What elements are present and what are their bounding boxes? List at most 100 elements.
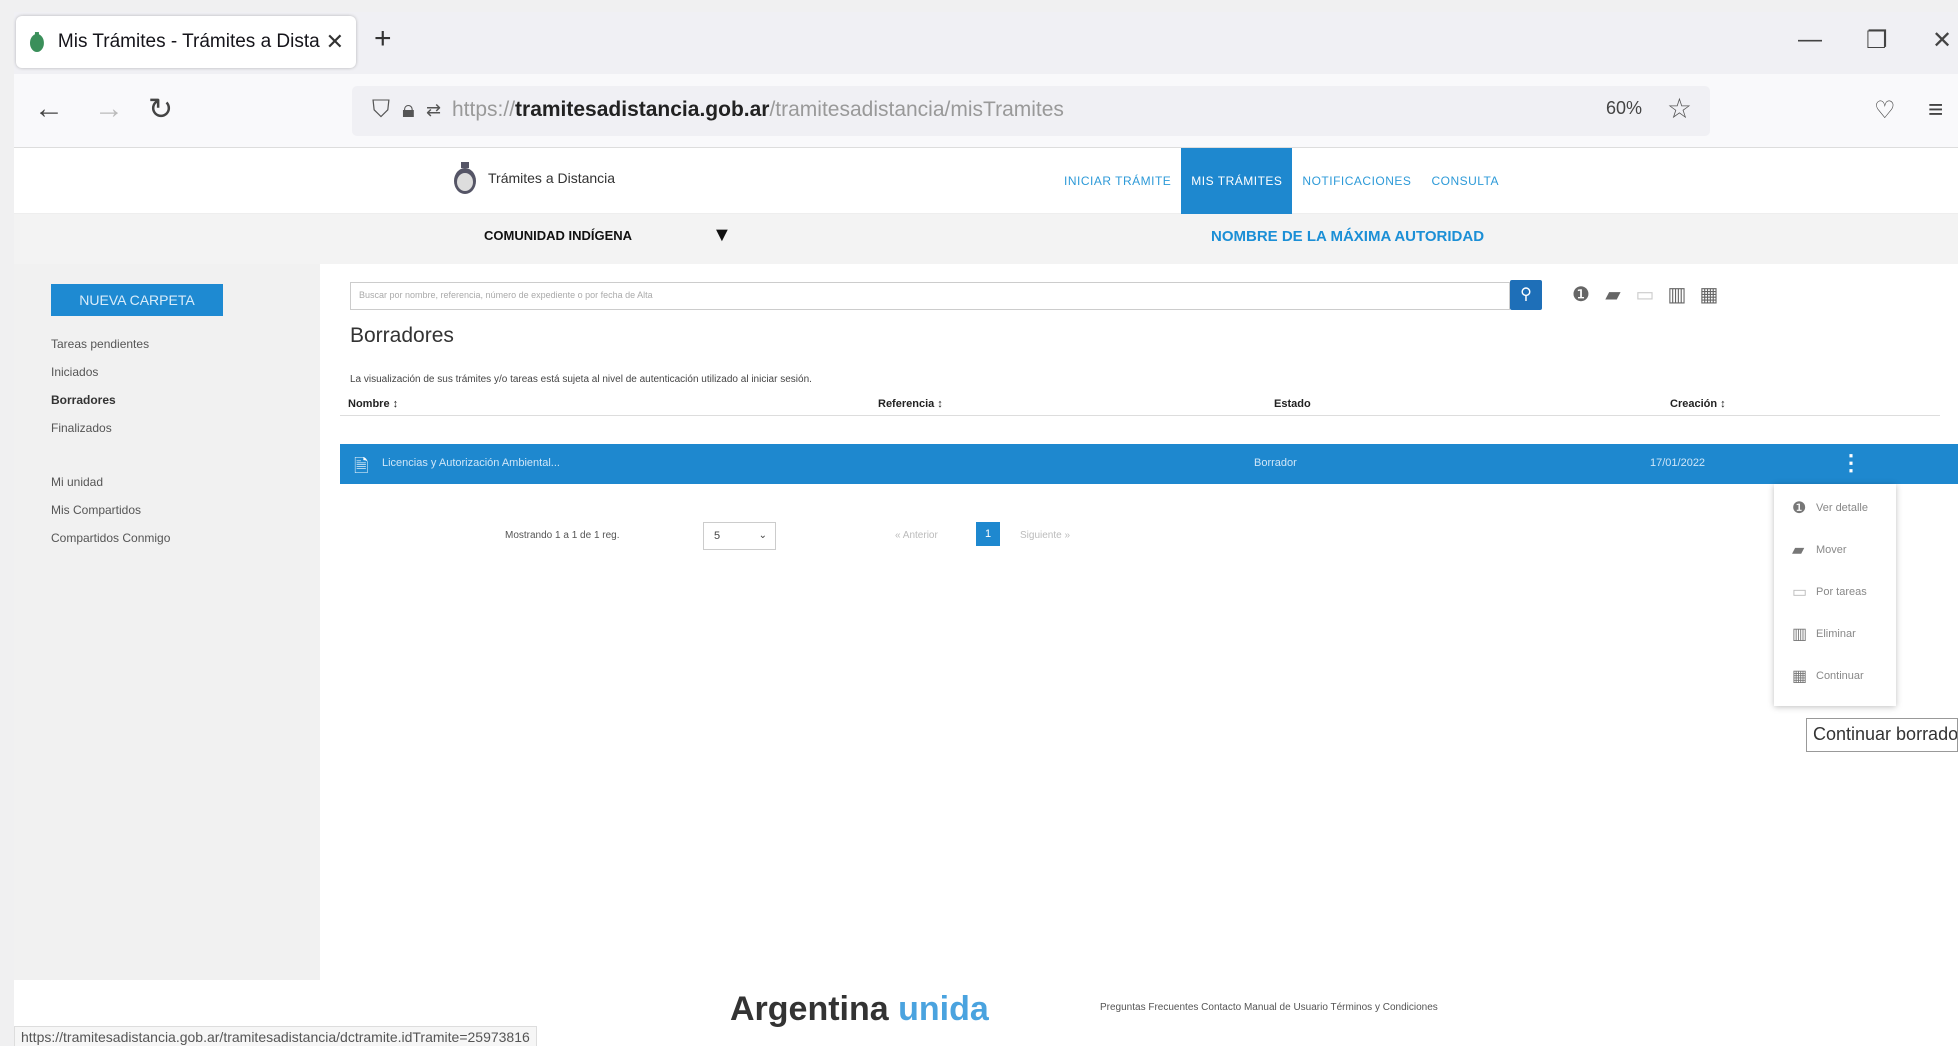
forward-arrow-icon[interactable]: → bbox=[94, 92, 124, 126]
search-placeholder: Buscar por nombre, referencia, número de… bbox=[359, 290, 653, 300]
table-row[interactable]: 🗎︎ Licencias y Autorización Ambiental...… bbox=[340, 444, 1958, 484]
tooltip: Continuar borrado bbox=[1806, 718, 1958, 752]
brand-word: Argentina bbox=[730, 990, 889, 1028]
menu-icon[interactable]: ≡ bbox=[1928, 94, 1943, 125]
menu-item-mover[interactable]: ▰ Mover bbox=[1792, 540, 1847, 560]
browser-window: Mis Trámites - Trámites a Dista ✕ + — ❐ … bbox=[14, 12, 1958, 1046]
annotation-strip: COMUNIDAD INDÍGENA ▼ NOMBRE DE LA MÁXIMA… bbox=[14, 214, 1958, 264]
chevron-down-icon: ⌄ bbox=[758, 530, 767, 541]
site-header: Trámites a Distancia INICIAR TRÁMITE MIS… bbox=[14, 148, 1958, 214]
sidebar: NUEVA CARPETA Tareas pendientes Iniciado… bbox=[14, 264, 320, 980]
browser-tab[interactable]: Mis Trámites - Trámites a Dista ✕ bbox=[16, 16, 356, 68]
info-icon: ❶ bbox=[1792, 500, 1807, 517]
column-referencia[interactable]: Referencia ↕ bbox=[878, 398, 943, 410]
menu-item-eliminar[interactable]: ▥ Eliminar bbox=[1792, 624, 1856, 644]
pagination-info: Mostrando 1 a 1 de 1 reg. bbox=[505, 530, 620, 541]
tasks-icon: ▭ bbox=[1792, 584, 1808, 601]
tab-close-icon[interactable]: ✕ bbox=[326, 29, 344, 55]
nav-iniciar-tramite[interactable]: INICIAR TRÁMITE bbox=[1054, 148, 1181, 214]
minimize-icon[interactable]: — bbox=[1798, 26, 1822, 54]
footer-links[interactable]: Preguntas Frecuentes Contacto Manual de … bbox=[1100, 1002, 1438, 1013]
sidebar-group-carpetas: Mi unidad Mis Compartidos Compartidos Co… bbox=[51, 468, 170, 552]
nav-mis-tramites[interactable]: MIS TRÁMITES bbox=[1181, 148, 1293, 214]
tab-title: Mis Trámites - Trámites a Dista bbox=[57, 31, 320, 52]
row-actions-icon[interactable]: ⋮ bbox=[1840, 450, 1862, 476]
tasks-icon[interactable]: ▭ bbox=[1634, 282, 1656, 307]
search-input[interactable]: Buscar por nombre, referencia, número de… bbox=[350, 282, 1510, 310]
page-size-value: 5 bbox=[714, 530, 721, 542]
current-page-button[interactable]: 1 bbox=[976, 522, 1000, 546]
sidebar-item-finalizados[interactable]: Finalizados bbox=[51, 414, 149, 442]
reload-icon[interactable]: ↻ bbox=[148, 92, 173, 127]
shield-icon[interactable]: ⛉ bbox=[372, 96, 390, 124]
back-arrow-icon[interactable]: ← bbox=[34, 92, 64, 126]
navigation-bar: ← → ↻ ⛉ 🔒︎ ⇄ https://tramitesadistancia.… bbox=[14, 74, 1958, 148]
zoom-level[interactable]: 60% bbox=[1606, 98, 1642, 119]
url-path: /tramitesadistancia/misTramites bbox=[769, 98, 1064, 121]
lock-icon[interactable]: 🔒︎ bbox=[402, 96, 415, 124]
main-content: Buscar por nombre, referencia, número de… bbox=[320, 264, 1958, 980]
trash-icon[interactable]: ▥ bbox=[1666, 282, 1688, 307]
coat-of-arms-icon bbox=[454, 162, 476, 194]
search-icon: ⚲ bbox=[1520, 286, 1532, 303]
url-scheme: https:// bbox=[452, 98, 516, 121]
menu-label: Ver detalle bbox=[1816, 502, 1868, 514]
close-window-icon[interactable]: ✕ bbox=[1932, 26, 1952, 55]
dropdown-triangle-icon: ▼ bbox=[712, 224, 732, 246]
new-tab-button[interactable]: + bbox=[374, 22, 392, 56]
column-estado: Estado bbox=[1274, 398, 1311, 410]
continue-icon: ▦ bbox=[1792, 668, 1808, 685]
sidebar-item-iniciados[interactable]: Iniciados bbox=[51, 358, 149, 386]
info-icon[interactable]: ❶ bbox=[1570, 282, 1592, 307]
next-page-link[interactable]: Siguiente » bbox=[1020, 530, 1070, 541]
menu-label: Continuar bbox=[1816, 670, 1864, 682]
site-title: Trámites a Distancia bbox=[488, 170, 616, 186]
comunidad-label: COMUNIDAD INDÍGENA bbox=[484, 228, 633, 243]
search-button[interactable]: ⚲ bbox=[1510, 280, 1542, 310]
pocket-icon[interactable]: ♡ bbox=[1874, 96, 1896, 125]
menu-item-por-tareas[interactable]: ▭ Por tareas bbox=[1792, 582, 1867, 602]
page-title: Borradores bbox=[350, 324, 454, 347]
row-status: Borrador bbox=[1254, 457, 1297, 469]
nav-notificaciones[interactable]: NOTIFICACIONES bbox=[1292, 148, 1421, 214]
menu-label: Mover bbox=[1816, 544, 1847, 556]
url-host: tramitesadistancia.gob.ar bbox=[515, 98, 770, 121]
nav-consulta[interactable]: CONSULTA bbox=[1421, 148, 1509, 214]
status-url: https://tramitesadistancia.gob.ar/tramit… bbox=[14, 1026, 537, 1046]
argentina-shield-icon bbox=[29, 32, 44, 52]
auth-notice: La visualización de sus trámites y/o tar… bbox=[350, 374, 812, 385]
sidebar-group-tramites: Tareas pendientes Iniciados Borradores F… bbox=[51, 330, 149, 442]
address-bar[interactable]: ⛉ 🔒︎ ⇄ https://tramitesadistancia.gob.ar… bbox=[352, 86, 1710, 136]
sidebar-item-compartidos-conmigo[interactable]: Compartidos Conmigo bbox=[51, 524, 170, 552]
restore-icon[interactable]: ❐ bbox=[1866, 26, 1888, 55]
trash-icon: ▥ bbox=[1792, 626, 1808, 643]
bookmark-star-icon[interactable]: ☆ bbox=[1667, 92, 1692, 125]
url-text[interactable]: https://tramitesadistancia.gob.ar/tramit… bbox=[452, 98, 1064, 122]
prev-page-link[interactable]: « Anterior bbox=[895, 530, 938, 541]
continue-icon[interactable]: ▦ bbox=[1698, 282, 1720, 307]
table-header: Nombre ↕ Referencia ↕ Estado Creación ↕ bbox=[340, 394, 1940, 416]
folder-icon: ▰ bbox=[1792, 542, 1805, 559]
site-logo[interactable]: Trámites a Distancia bbox=[452, 160, 615, 196]
menu-label: Por tareas bbox=[1816, 586, 1867, 598]
row-actions-menu: ❶ Ver detalle ▰ Mover ▭ Por tareas ▥ Elimina… bbox=[1774, 484, 1896, 706]
move-folder-icon[interactable]: ▰ bbox=[1602, 282, 1624, 307]
new-folder-button[interactable]: NUEVA CARPETA bbox=[51, 284, 223, 316]
menu-item-ver-detalle[interactable]: ❶ Ver detalle bbox=[1792, 498, 1868, 518]
permissions-icon[interactable]: ⇄ bbox=[426, 100, 441, 121]
column-creacion[interactable]: Creación ↕ bbox=[1670, 398, 1726, 410]
document-icon: 🗎︎ bbox=[354, 456, 369, 476]
sidebar-item-borradores[interactable]: Borradores bbox=[51, 386, 149, 414]
row-created: 17/01/2022 bbox=[1650, 457, 1706, 469]
sidebar-item-mis-compartidos[interactable]: Mis Compartidos bbox=[51, 496, 170, 524]
menu-item-continuar[interactable]: ▦ Continuar bbox=[1792, 666, 1864, 686]
column-nombre[interactable]: Nombre ↕ bbox=[348, 398, 398, 410]
sidebar-item-mi-unidad[interactable]: Mi unidad bbox=[51, 468, 170, 496]
brand-accent-word: unida bbox=[898, 990, 989, 1028]
page-size-select[interactable]: 5 ⌄ bbox=[703, 522, 776, 550]
autoridad-label: NOMBRE DE LA MÁXIMA AUTORIDAD bbox=[1211, 228, 1485, 245]
row-name[interactable]: Licencias y Autorización Ambiental... bbox=[382, 457, 560, 469]
sidebar-item-tareas-pendientes[interactable]: Tareas pendientes bbox=[51, 330, 149, 358]
toolbar: ❶ ▰ ▭ ▥ ▦ bbox=[1570, 282, 1720, 307]
top-navigation: INICIAR TRÁMITE MIS TRÁMITES NOTIFICACIO… bbox=[1054, 148, 1509, 214]
